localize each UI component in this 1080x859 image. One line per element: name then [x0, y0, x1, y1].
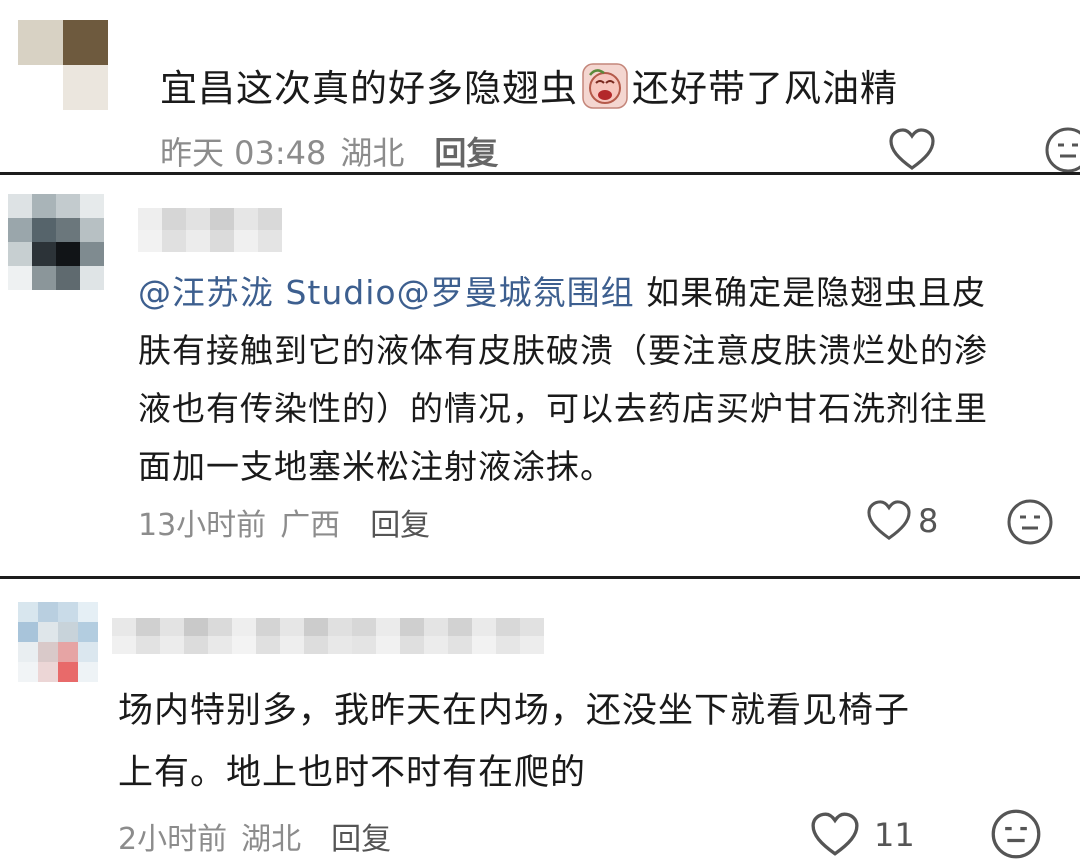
username[interactable]	[138, 208, 282, 252]
comment-location: 广西	[280, 508, 341, 543]
expressionless-face-icon	[1007, 499, 1053, 545]
username[interactable]	[112, 618, 544, 654]
like-button[interactable]	[888, 128, 936, 172]
comment-meta: 13小时前 广西 回复	[138, 500, 430, 544]
comment-body: 宜昌这次真的好多隐翅虫 还好带了风油精	[160, 60, 898, 118]
reply-button[interactable]: 回复	[331, 814, 391, 858]
emoji-reaction-button[interactable]	[990, 808, 1042, 859]
avatar-pixel	[63, 65, 108, 110]
divider	[0, 172, 1080, 175]
comment-line: @汪苏泷 Studio@罗曼城氛围组 如果确定是隐翅虫且皮	[138, 273, 987, 312]
reply-button[interactable]: 回复	[434, 128, 498, 172]
like-button[interactable]: 11	[810, 812, 915, 858]
comment-item: @汪苏泷 Studio@罗曼城氛围组 如果确定是隐翅虫且皮 肤有接触到它的液体有…	[0, 176, 1080, 576]
emoji-reaction-button[interactable]	[1044, 126, 1080, 172]
comment-body: @汪苏泷 Studio@罗曼城氛围组 如果确定是隐翅虫且皮 肤有接触到它的液体有…	[138, 264, 988, 496]
like-button[interactable]: 8	[866, 500, 938, 542]
comment-meta: 昨天 03:48 湖北 回复	[160, 128, 498, 172]
comment-item: 场内特别多，我昨天在内场，还没坐下就看见椅子 上有。地上也时不时有在爬的 2小时…	[0, 580, 1080, 859]
comment-time: 昨天 03:48	[160, 134, 327, 172]
comment-meta: 2小时前 湖北 回复	[118, 814, 391, 858]
divider	[0, 576, 1080, 579]
like-count: 8	[918, 502, 939, 540]
comment-line: 肤有接触到它的液体有皮肤破溃（要注意皮肤溃烂处的渗	[138, 331, 988, 370]
heart-outline-icon	[811, 812, 859, 856]
reply-button[interactable]: 回复	[370, 500, 430, 544]
expressionless-face-icon	[991, 809, 1041, 859]
crying-face-emoji-icon	[582, 63, 628, 109]
comment-location: 湖北	[241, 822, 302, 857]
comment-line: 场内特别多，我昨天在内场，还没坐下就看见椅子	[118, 691, 911, 731]
like-count: 11	[874, 816, 915, 854]
avatar[interactable]	[18, 602, 98, 682]
expressionless-face-icon	[1045, 127, 1080, 172]
emoji-reaction-button[interactable]	[1006, 498, 1054, 546]
comment-line: 面加一支地塞米松注射液涂抹。	[138, 447, 614, 486]
mention-link[interactable]: @汪苏泷 Studio@罗曼城氛围组	[138, 273, 635, 312]
comment-body: 场内特别多，我昨天在内场，还没坐下就看见椅子 上有。地上也时不时有在爬的	[118, 680, 910, 804]
comment-line: 上有。地上也时不时有在爬的	[118, 753, 587, 793]
heart-outline-icon	[867, 500, 911, 541]
comment-thread: 宜昌这次真的好多隐翅虫 还好带了风油精 昨天 03:48 湖北 回复 @汪苏泷 …	[0, 0, 1080, 859]
comment-location: 湖北	[340, 134, 405, 172]
avatar[interactable]	[8, 194, 104, 290]
comment-time: 13小时前	[138, 508, 267, 543]
heart-outline-icon	[889, 128, 935, 170]
comment-item: 宜昌这次真的好多隐翅虫 还好带了风油精 昨天 03:48 湖北 回复	[0, 0, 1080, 172]
comment-line: 液也有传染性的）的情况，可以去药店买炉甘石洗剂往里	[138, 389, 988, 428]
comment-time: 2小时前	[118, 822, 228, 857]
